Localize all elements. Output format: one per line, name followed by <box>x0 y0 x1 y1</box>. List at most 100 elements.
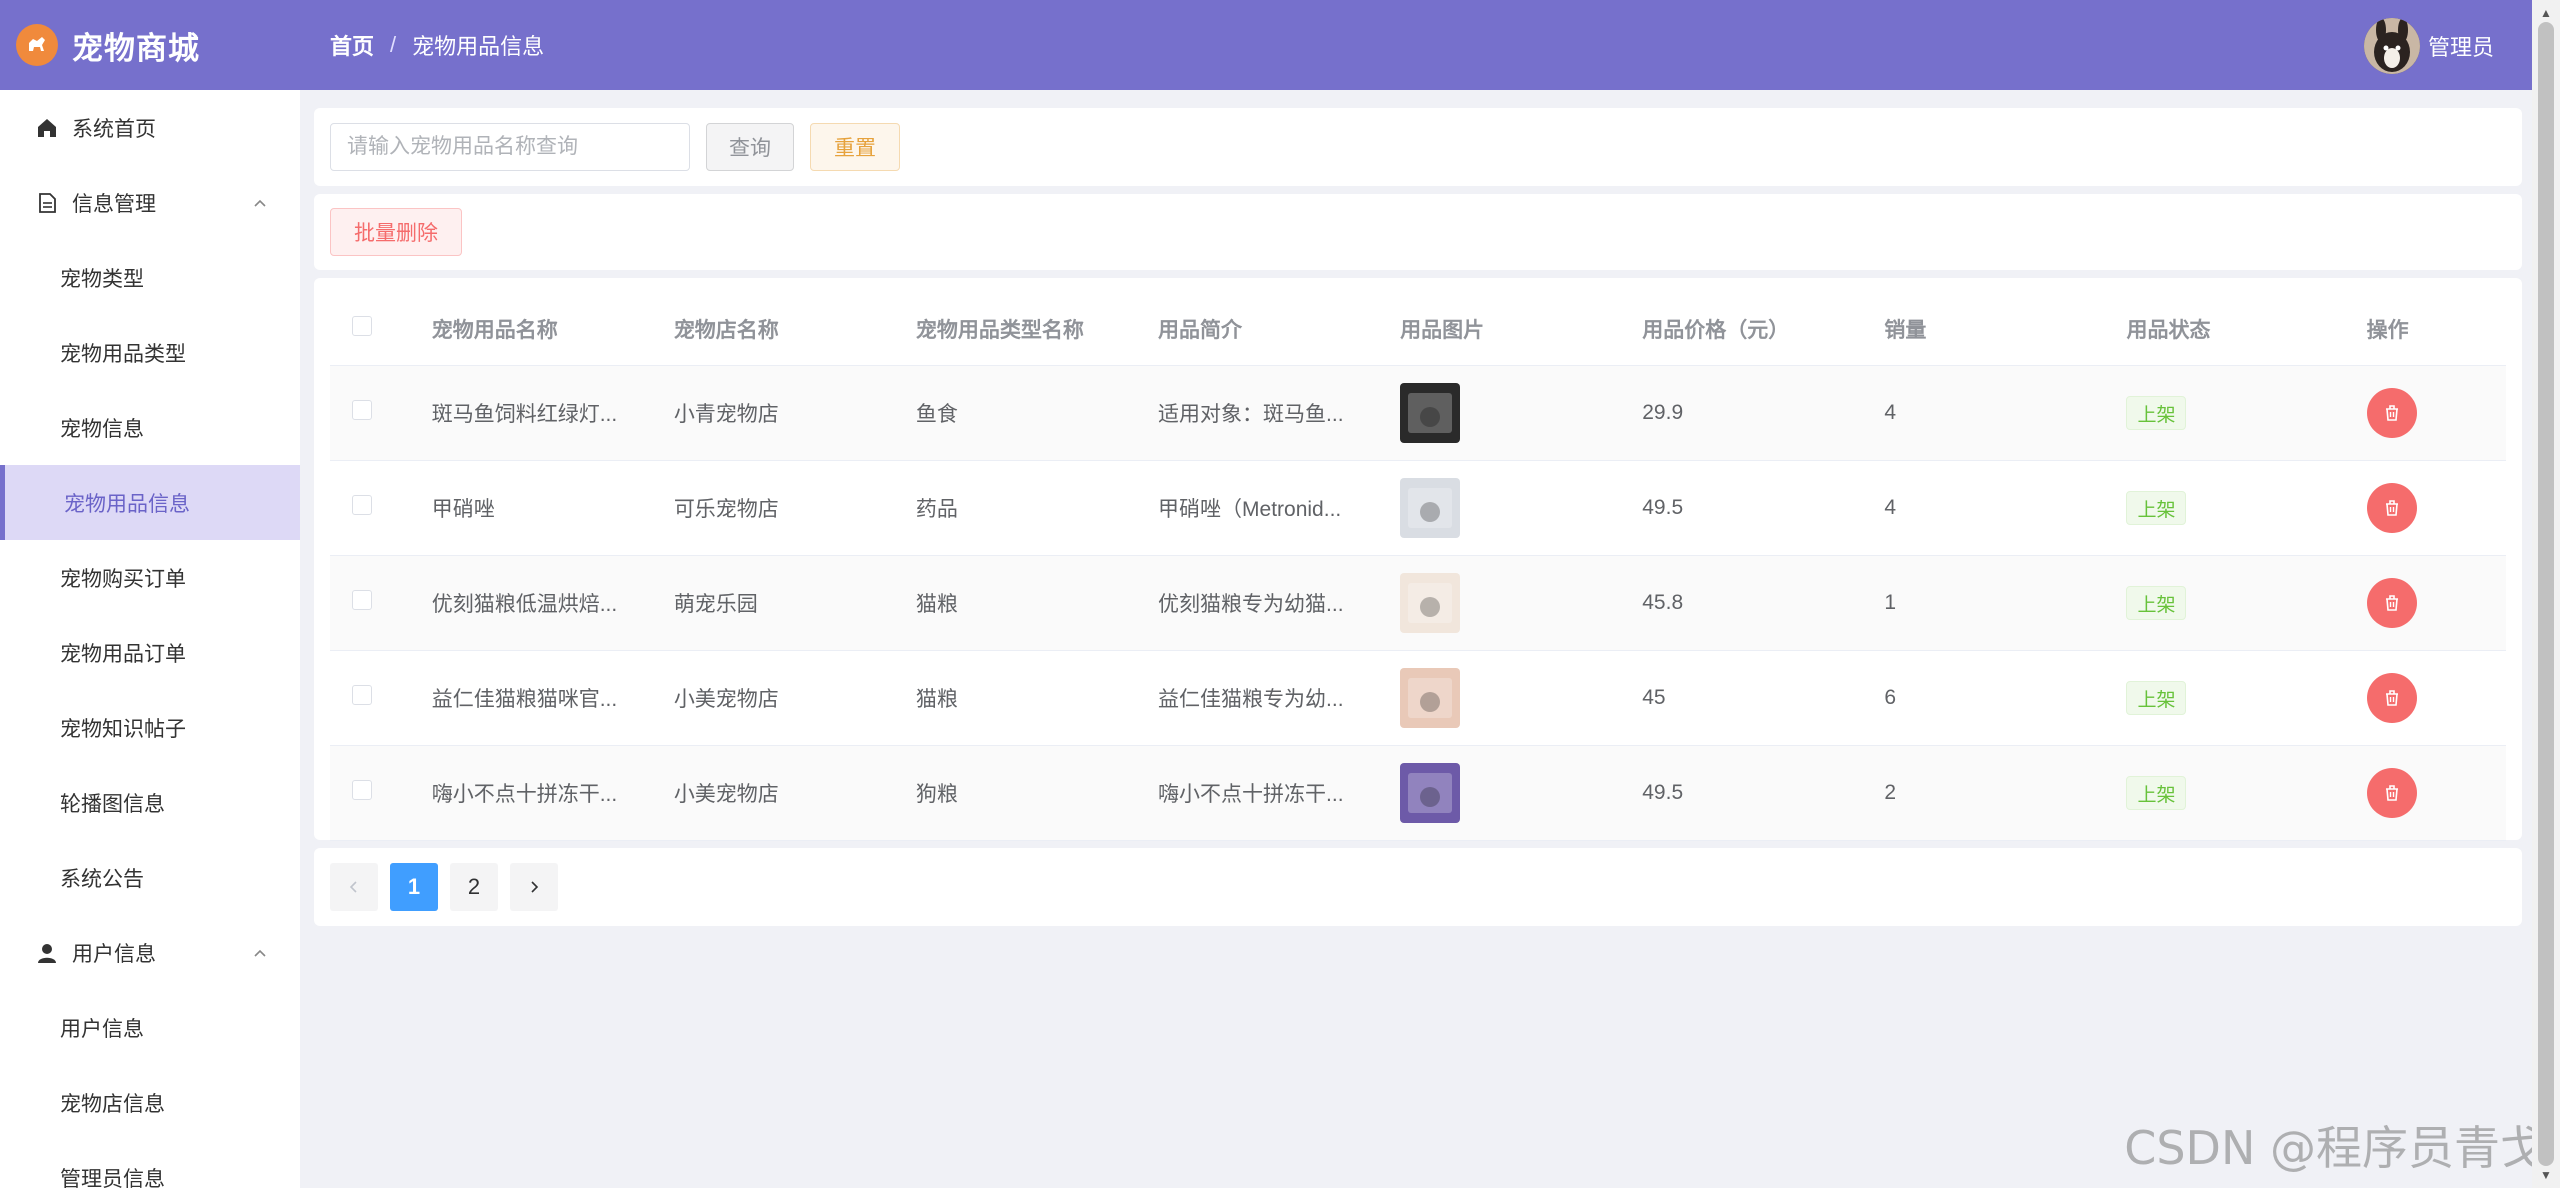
sidebar-item-label: 宠物购买订单 <box>60 567 186 591</box>
trash-icon <box>2385 785 2398 801</box>
search-input[interactable] <box>330 123 690 171</box>
select-all-checkbox[interactable] <box>352 315 372 336</box>
prev-page-button[interactable] <box>330 863 378 911</box>
sidebar-item-supply-orders[interactable]: 宠物用品订单 <box>0 615 300 690</box>
table-row: 益仁佳猫粮猫咪官... 小美宠物店 猫粮 益仁佳猫粮专为幼... 45 6 上架 <box>330 651 2506 746</box>
row-checkbox[interactable] <box>352 400 372 420</box>
cell-type: 鱼食 <box>915 403 958 426</box>
trash-icon <box>2385 500 2398 516</box>
trash-icon <box>2385 690 2398 706</box>
home-icon <box>36 117 58 139</box>
query-button[interactable]: 查询 <box>706 123 794 171</box>
logo[interactable]: 宠物商城 <box>0 0 300 90</box>
delete-button[interactable] <box>2366 483 2417 533</box>
pet-logo-icon <box>16 24 58 66</box>
scrollbar[interactable]: ▲ ▼ <box>2532 0 2560 1188</box>
column-header: 操作 <box>2366 318 2409 342</box>
status-badge: 上架 <box>2126 776 2187 810</box>
sidebar-item-label: 宠物用品信息 <box>64 492 190 516</box>
action-bar: 批量删除 <box>314 194 2522 270</box>
sidebar-item-pet-info[interactable]: 宠物信息 <box>0 390 300 465</box>
chevron-up-icon <box>252 943 268 967</box>
cell-price: 45 <box>1642 686 1666 709</box>
sidebar-item-user-info[interactable]: 用户信息 <box>0 990 300 1065</box>
sidebar-item-label: 轮播图信息 <box>60 792 165 816</box>
cell-price: 49.5 <box>1642 496 1684 519</box>
status-badge: 上架 <box>2126 586 2187 620</box>
cell-type: 猫粮 <box>915 593 958 616</box>
delete-button[interactable] <box>2366 673 2417 723</box>
cell-intro: 益仁佳猫粮专为幼... <box>1158 688 1344 711</box>
sidebar-item-admin-info[interactable]: 管理员信息 <box>0 1140 300 1188</box>
sidebar-item-label: 系统首页 <box>72 117 156 141</box>
sidebar-item-supply-type[interactable]: 宠物用品类型 <box>0 315 300 390</box>
sidebar-item-label: 宠物用品订单 <box>60 642 186 666</box>
product-image[interactable] <box>1400 478 1461 538</box>
status-badge: 上架 <box>2126 491 2187 525</box>
product-image[interactable] <box>1400 573 1461 633</box>
cell-name: 优刻猫粮低温烘焙... <box>431 593 618 616</box>
sidebar-item-label: 宠物店信息 <box>60 1092 165 1116</box>
reset-button[interactable]: 重置 <box>810 123 900 171</box>
column-header: 宠物店名称 <box>673 318 779 342</box>
row-checkbox[interactable] <box>352 685 372 705</box>
sidebar-group-user-info[interactable]: 用户信息 <box>0 915 300 990</box>
table-row: 斑马鱼饲料红绿灯... 小青宠物店 鱼食 适用对象：斑马鱼... 29.9 4 上架 <box>330 366 2506 461</box>
user-name: 管理员 <box>2427 35 2494 60</box>
breadcrumb: 首页 / 宠物用品信息 <box>330 29 544 61</box>
page-button[interactable]: 2 <box>450 863 498 911</box>
column-header: 用品价格（元） <box>1642 318 1790 342</box>
next-page-button[interactable] <box>510 863 558 911</box>
avatar <box>2363 18 2420 74</box>
top-header: 宠物商城 首页 / 宠物用品信息 管理员 <box>0 0 2532 90</box>
scroll-up-icon[interactable]: ▲ <box>2540 6 2552 20</box>
sidebar-item-label: 系统公告 <box>60 867 144 891</box>
cell-name: 嗨小不点十拼冻干... <box>431 783 618 806</box>
product-image[interactable] <box>1400 668 1461 728</box>
sidebar-item-label: 宠物用品类型 <box>60 342 186 366</box>
column-header: 用品状态 <box>2126 318 2211 342</box>
table-row: 优刻猫粮低温烘焙... 萌宠乐园 猫粮 优刻猫粮专为幼猫... 45.8 1 上架 <box>330 556 2506 651</box>
row-checkbox[interactable] <box>352 590 372 610</box>
delete-button[interactable] <box>2366 388 2417 438</box>
sidebar-group-info-management[interactable]: 信息管理 <box>0 165 300 240</box>
column-header: 用品图片 <box>1400 318 1485 342</box>
product-image[interactable] <box>1400 383 1461 443</box>
sidebar-item-supply-info[interactable]: 宠物用品信息 <box>0 465 300 540</box>
delete-button[interactable] <box>2366 578 2417 628</box>
sidebar-item-shop-info[interactable]: 宠物店信息 <box>0 1065 300 1140</box>
sidebar-item-label: 用户信息 <box>72 942 156 966</box>
sidebar-item-pet-type[interactable]: 宠物类型 <box>0 240 300 315</box>
product-image[interactable] <box>1400 763 1461 823</box>
user-menu[interactable]: 管理员 <box>2363 18 2494 74</box>
batch-delete-button[interactable]: 批量删除 <box>330 208 462 256</box>
status-badge: 上架 <box>2126 681 2187 715</box>
row-checkbox[interactable] <box>352 780 372 800</box>
table-row: 甲硝唑 可乐宠物店 药品 甲硝唑（Metronid... 49.5 4 上架 <box>330 461 2506 556</box>
status-badge: 上架 <box>2126 396 2187 430</box>
scroll-down-icon[interactable]: ▼ <box>2540 1168 2552 1182</box>
sidebar-item-knowledge-posts[interactable]: 宠物知识帖子 <box>0 690 300 765</box>
sidebar-item-carousel[interactable]: 轮播图信息 <box>0 765 300 840</box>
row-checkbox[interactable] <box>352 495 372 515</box>
sidebar-item-pet-orders[interactable]: 宠物购买订单 <box>0 540 300 615</box>
column-header: 用品简介 <box>1158 318 1243 342</box>
cell-type: 狗粮 <box>915 783 958 806</box>
chevron-right-icon <box>531 881 539 893</box>
breadcrumb-home[interactable]: 首页 <box>330 29 374 61</box>
cell-intro: 适用对象：斑马鱼... <box>1158 403 1344 426</box>
breadcrumb-separator: / <box>390 32 397 57</box>
sidebar-item-home[interactable]: 系统首页 <box>0 90 300 165</box>
cell-shop: 小美宠物店 <box>673 688 779 711</box>
cell-intro: 甲硝唑（Metronid... <box>1158 498 1342 521</box>
cell-price: 29.9 <box>1642 401 1684 424</box>
trash-icon <box>2385 405 2398 421</box>
sidebar-item-notice[interactable]: 系统公告 <box>0 840 300 915</box>
sidebar-item-label: 信息管理 <box>72 192 156 216</box>
delete-button[interactable] <box>2366 768 2417 818</box>
cell-shop: 小青宠物店 <box>673 403 779 426</box>
sidebar-item-label: 管理员信息 <box>60 1167 165 1188</box>
scrollbar-thumb[interactable] <box>2538 22 2554 1166</box>
breadcrumb-current: 宠物用品信息 <box>412 34 545 59</box>
page-button[interactable]: 1 <box>390 863 438 911</box>
